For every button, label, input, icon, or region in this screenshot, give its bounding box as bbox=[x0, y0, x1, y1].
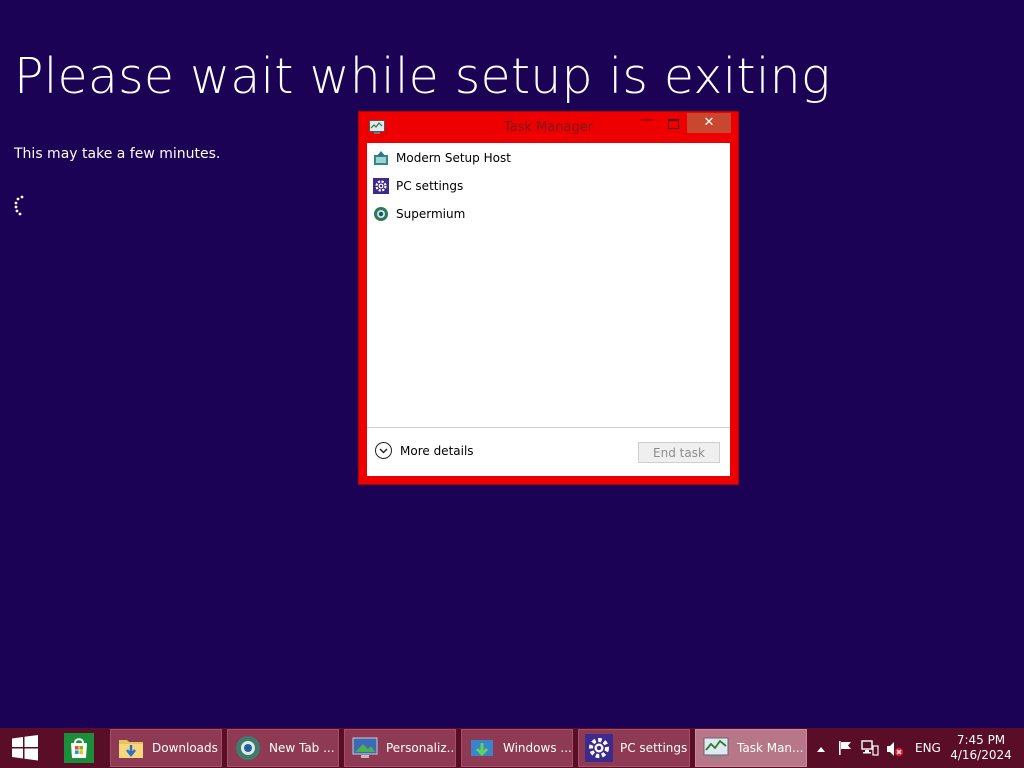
taskbar-button-new-tab[interactable]: New Tab ... bbox=[227, 729, 339, 767]
network-icon[interactable] bbox=[861, 740, 879, 756]
windows-logo-icon bbox=[12, 735, 38, 761]
taskbar-button-label: Personaliz... bbox=[386, 741, 456, 755]
process-label: Modern Setup Host bbox=[396, 151, 511, 165]
windows-update-icon bbox=[471, 740, 493, 757]
taskbar-button-personalize[interactable]: Personaliz... bbox=[344, 729, 456, 767]
taskbar-button-label: Downloads bbox=[152, 741, 218, 755]
task-manager-icon bbox=[703, 737, 729, 759]
folder-download-icon bbox=[119, 740, 143, 758]
store-icon bbox=[64, 733, 94, 763]
process-label: Supermium bbox=[396, 207, 466, 221]
setup-subtitle: This may take a few minutes. bbox=[14, 146, 221, 162]
clock-time: 7:45 PM bbox=[956, 733, 1006, 747]
task-manager-window[interactable]: Task Manager — ✕ Modern Setup Host PC se… bbox=[359, 112, 738, 484]
close-button[interactable]: ✕ bbox=[687, 113, 731, 133]
taskbar-button-label: Task Man... bbox=[737, 741, 804, 755]
more-details-button[interactable]: More details bbox=[375, 442, 474, 459]
setup-title: Please wait while setup is exiting bbox=[14, 48, 831, 105]
list-item[interactable]: Supermium bbox=[373, 203, 723, 225]
loading-spinner-icon bbox=[14, 195, 24, 216]
store-button[interactable] bbox=[56, 728, 102, 768]
task-manager-footer: More details End task bbox=[367, 427, 730, 477]
taskbar-button-pc-settings[interactable]: PC settings bbox=[578, 729, 690, 767]
gear-icon bbox=[585, 734, 613, 762]
list-item[interactable]: PC settings bbox=[373, 175, 723, 197]
gear-icon bbox=[373, 178, 389, 194]
show-hidden-icons-icon[interactable] bbox=[816, 745, 826, 753]
clock-date: 4/16/2024 bbox=[950, 748, 1012, 762]
maximize-button[interactable] bbox=[661, 113, 685, 133]
modern-setup-host-icon bbox=[374, 151, 388, 165]
action-center-flag-icon[interactable] bbox=[837, 740, 853, 756]
list-item[interactable]: Modern Setup Host bbox=[373, 147, 723, 169]
personalize-monitor-icon bbox=[352, 737, 378, 758]
taskbar-button-windows[interactable]: Windows ... bbox=[461, 729, 573, 767]
taskbar: Downloads New Tab ... Personaliz... Wind… bbox=[0, 728, 1024, 768]
close-icon: ✕ bbox=[703, 115, 715, 130]
taskbar-button-downloads[interactable]: Downloads bbox=[110, 729, 222, 767]
browser-icon bbox=[236, 736, 260, 760]
process-label: PC settings bbox=[396, 179, 464, 193]
process-list: Modern Setup Host PC settings Supermium bbox=[367, 143, 730, 426]
taskbar-button-task-manager[interactable]: Task Man... bbox=[695, 729, 807, 767]
maximize-icon bbox=[668, 119, 679, 129]
clock[interactable]: 7:45 PM 4/16/2024 bbox=[950, 733, 1012, 763]
minimize-button[interactable]: — bbox=[636, 113, 658, 133]
minimize-icon: — bbox=[640, 112, 654, 128]
chevron-down-icon bbox=[375, 442, 392, 459]
language-indicator[interactable]: ENG bbox=[915, 741, 941, 768]
more-details-label: More details bbox=[400, 443, 474, 458]
task-manager-titlebar[interactable]: Task Manager — ✕ bbox=[359, 112, 738, 142]
task-manager-body: Modern Setup Host PC settings Supermium … bbox=[367, 143, 730, 476]
taskbar-button-label: Windows ... bbox=[503, 741, 572, 755]
end-task-button[interactable]: End task bbox=[638, 442, 720, 463]
supermium-browser-icon bbox=[374, 207, 388, 221]
start-button[interactable] bbox=[0, 728, 50, 768]
taskbar-button-label: PC settings bbox=[620, 741, 688, 755]
volume-muted-icon[interactable] bbox=[886, 741, 904, 757]
taskbar-button-label: New Tab ... bbox=[269, 741, 335, 755]
screen: Please wait while setup is exiting This … bbox=[0, 0, 1024, 768]
